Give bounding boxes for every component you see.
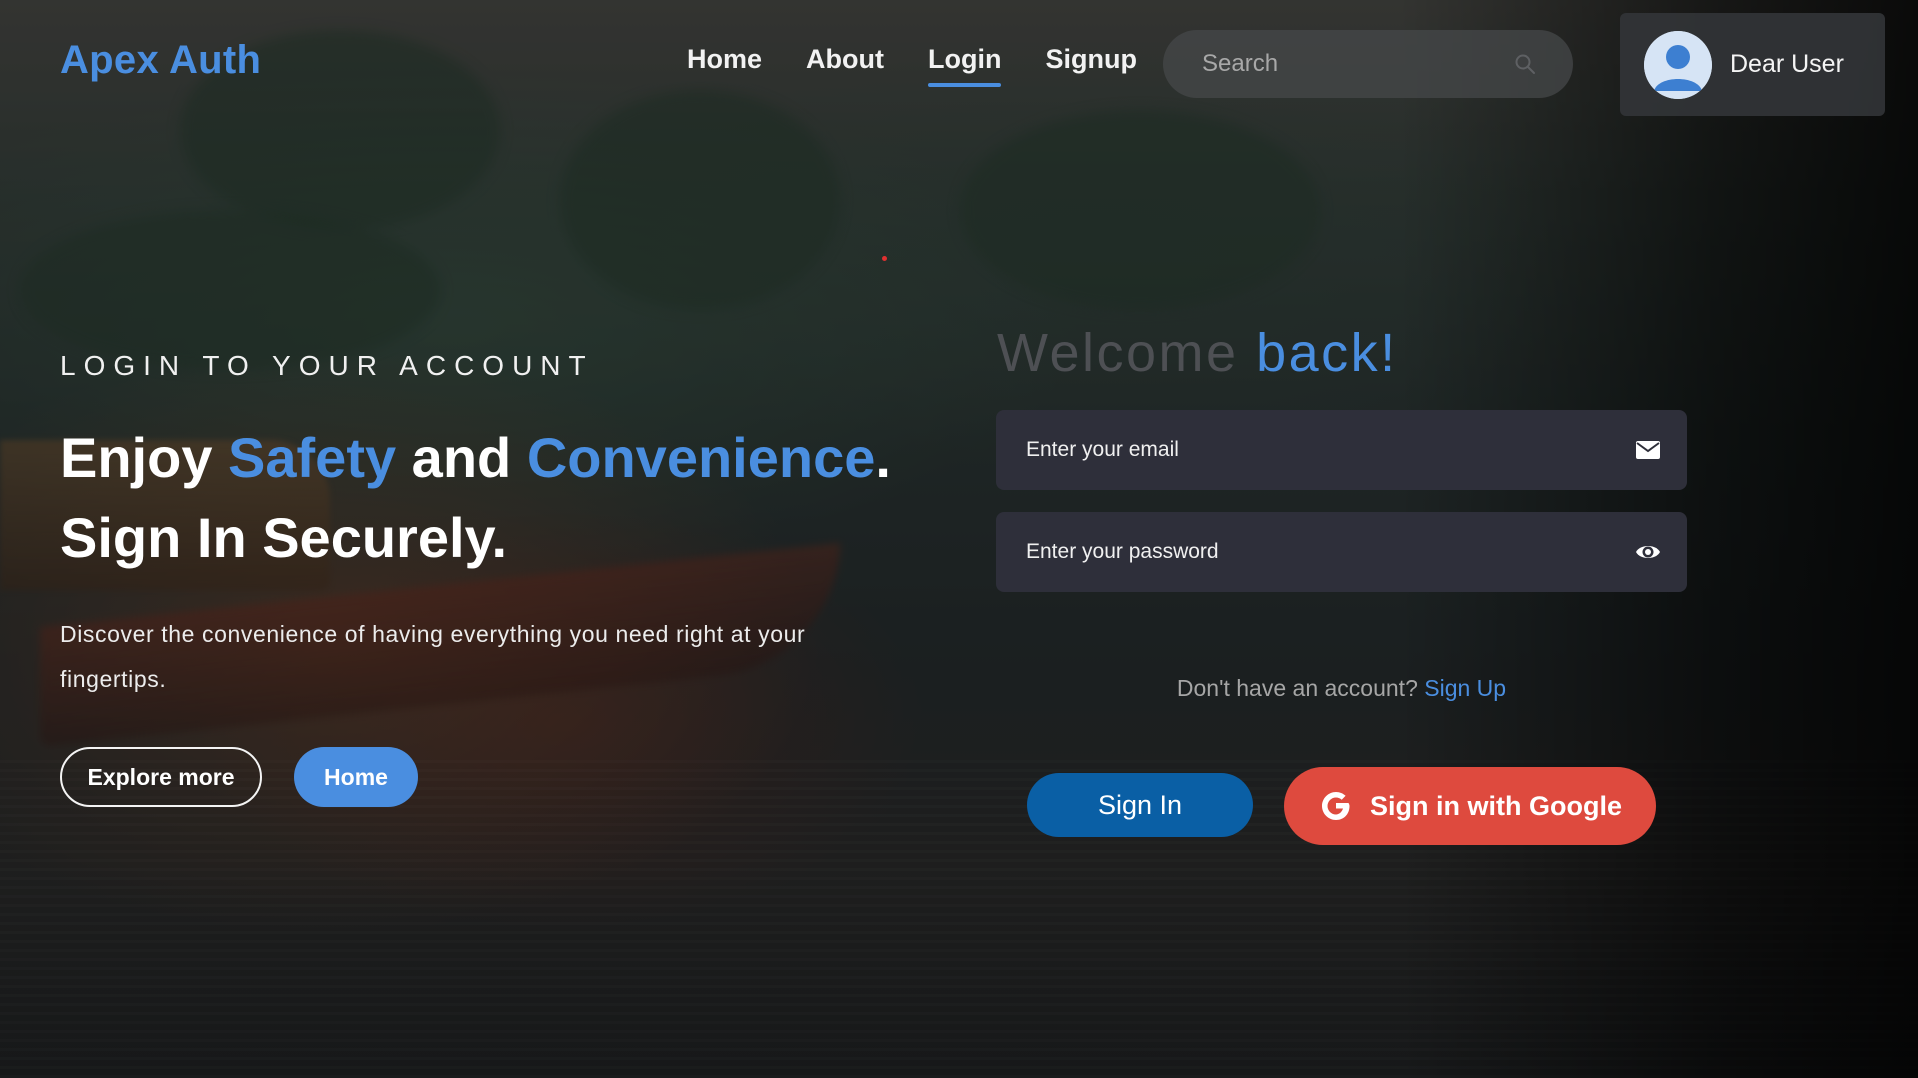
headline-text: Enjoy [60,426,229,489]
signup-link[interactable]: Sign Up [1424,675,1506,701]
sign-in-button[interactable]: Sign In [1027,773,1253,837]
welcome-text: Welcome [997,323,1257,383]
signup-prompt-text: Don't have an account? [1176,675,1418,701]
user-menu[interactable]: Dear User [1620,13,1885,116]
eye-icon[interactable] [1635,540,1661,564]
explore-more-button[interactable]: Explore more [60,747,262,807]
google-g-icon [1322,792,1350,820]
home-button[interactable]: Home [294,747,418,807]
nav-signup[interactable]: Signup [1045,44,1136,87]
search-icon[interactable] [1513,52,1537,76]
headline-text: and [396,426,527,489]
main-nav: Home About Login Signup [687,44,1137,87]
google-sign-in-button[interactable]: Sign in with Google [1284,767,1656,845]
welcome-title: Welcome back! [997,322,1398,384]
headline-accent-safety: Safety [228,426,397,489]
search-input[interactable] [1200,49,1504,79]
logo[interactable]: Apex Auth [60,38,261,83]
hero-headline: Enjoy Safety and Convenience. Sign In Se… [60,418,960,578]
email-field-container [996,410,1687,490]
nav-about[interactable]: About [806,44,884,87]
search-bar [1163,30,1573,98]
signup-prompt: Don't have an account? Sign Up [996,675,1687,702]
user-avatar-icon [1644,30,1712,99]
user-name: Dear User [1730,50,1844,78]
password-field-container [996,512,1687,592]
headline-text: . [875,426,891,489]
google-button-label: Sign in with Google [1370,790,1622,821]
nav-login[interactable]: Login [927,44,1002,87]
hero-eyebrow: LOGIN TO YOUR ACCOUNT [60,350,594,381]
envelope-icon [1636,441,1660,459]
nav-home[interactable]: Home [687,44,762,87]
headline-accent-convenience: Convenience [526,426,876,489]
password-field[interactable] [1024,539,1608,565]
headline-line2: Sign In Securely. [60,506,508,569]
page: Apex Auth Home About Login Signup Dear U… [0,0,1918,1078]
decorative-dot [882,256,887,261]
email-field[interactable] [1024,437,1608,463]
hero-description: Discover the convenience of having every… [60,621,806,692]
welcome-accent: back! [1256,323,1398,383]
